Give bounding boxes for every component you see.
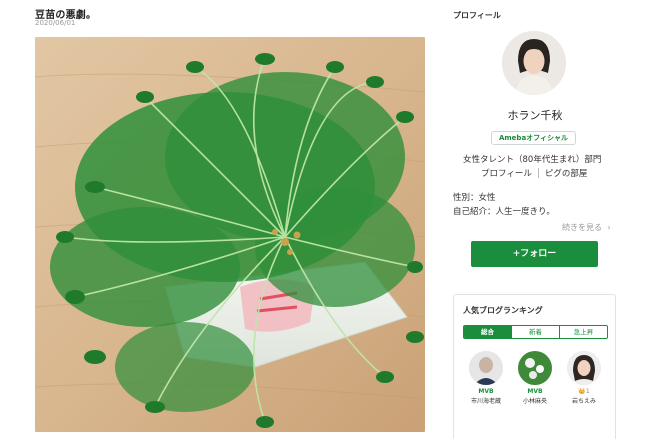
avatar (518, 351, 552, 385)
tab-new[interactable]: 新着 (511, 326, 559, 338)
follow-button[interactable]: +フォロー (471, 241, 598, 267)
avatar (567, 351, 601, 385)
profile-avatar[interactable] (502, 31, 566, 95)
profile-section-title: プロフィール (453, 11, 501, 20)
ranking-name: 岩ちえみ (571, 398, 596, 405)
ranking-badge: MVB (527, 388, 543, 395)
genre-link[interactable]: 女性タレント（80年代生まれ）部門 (453, 153, 645, 165)
profile-link[interactable]: プロフィール (481, 167, 532, 179)
gender-text: 性別：女性 (453, 193, 496, 203)
read-more-link[interactable]: 続きを見る › (562, 222, 611, 233)
post-date: 2020/06/01 (35, 19, 76, 27)
official-badge: Amebaオフィシャル (491, 131, 576, 145)
ranking-item[interactable]: MVB 市川海老蔵 (466, 351, 506, 405)
read-more-label: 続きを見る (562, 223, 602, 232)
ranking-item[interactable]: MVB 小林麻央 (515, 351, 555, 405)
ranking-box: 人気ブログランキング 総合 新着 急上昇 MVB 市川海老蔵 MVB 小林麻央 … (453, 294, 616, 439)
ranking-badge: 👑1 (578, 388, 590, 395)
divider (537, 168, 539, 178)
post-photo (35, 37, 425, 432)
intro-text: 自己紹介：人生一度きり。 (453, 207, 555, 217)
tab-rising[interactable]: 急上昇 (559, 326, 607, 338)
profile-links: プロフィール ピグの部屋 (481, 167, 587, 179)
tab-overall[interactable]: 総合 (464, 326, 511, 338)
ranking-item[interactable]: 👑1 岩ちえみ (564, 351, 604, 405)
profile-name[interactable]: ホラン千秋 (453, 107, 617, 123)
ranking-title: 人気ブログランキング (463, 306, 543, 315)
ranking-badge: MVB (478, 388, 494, 395)
avatar (469, 351, 503, 385)
chevron-right-icon: › (607, 223, 611, 232)
ranking-name: 小林麻央 (522, 398, 547, 405)
ranking-tabs: 総合 新着 急上昇 (463, 325, 608, 339)
ranking-name: 市川海老蔵 (470, 398, 501, 405)
pigg-room-link[interactable]: ピグの部屋 (545, 167, 588, 179)
